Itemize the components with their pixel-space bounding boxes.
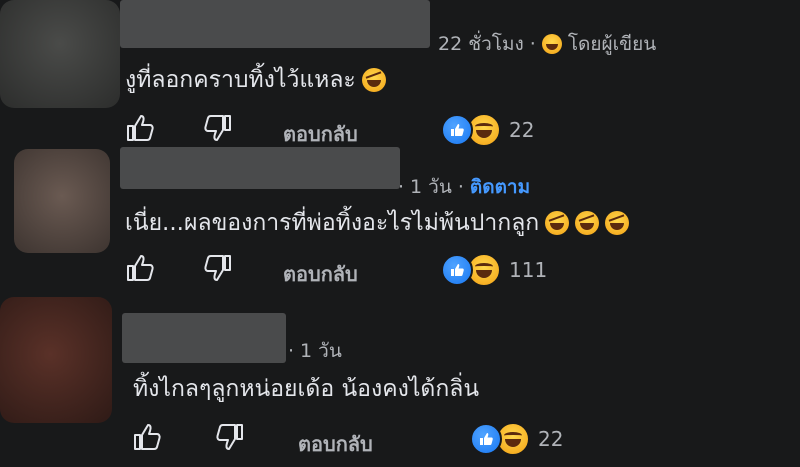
author-name-blurred[interactable]: [120, 147, 400, 189]
avatar[interactable]: [0, 297, 112, 423]
comment-time[interactable]: 1 วัน: [300, 336, 342, 366]
rolling-laugh-emoji: [361, 68, 386, 92]
thumbs-up-icon[interactable]: [131, 421, 163, 453]
author-badge: โดยผู้เขียน: [567, 33, 657, 55]
reactions-summary[interactable]: 22: [470, 422, 563, 456]
separator: ·: [457, 176, 464, 198]
comment-text: งูที่ลอกคราบทิ้งไว้แหละ: [125, 67, 356, 93]
reactions-summary[interactable]: 22: [441, 113, 534, 147]
grinning-emoji-icon: [541, 34, 562, 54]
separator: ·: [398, 176, 405, 198]
separator: ·: [529, 33, 536, 55]
comment-text-row: ทิ้งไกลๆลูกหน่อยเด้อ น้องคงได้กลิ่น: [133, 371, 479, 407]
comment-meta: · 1 วัน · ติดตาม: [398, 172, 530, 202]
comment-text: เนี่ย...ผลของการที่พ่อทิ้งอะไรไม่พ้นปากล…: [125, 210, 540, 236]
comment-time[interactable]: 1 วัน: [410, 172, 452, 202]
reply-button[interactable]: ตอบกลับ: [298, 428, 373, 460]
comment-meta: · 1 วัน: [288, 336, 342, 366]
rolling-laugh-emoji: [545, 211, 570, 235]
reply-button[interactable]: ตอบกลับ: [283, 258, 358, 290]
reaction-count: 22: [538, 427, 564, 451]
rolling-laugh-emoji: [575, 211, 600, 235]
thumbs-down-icon[interactable]: [214, 421, 246, 453]
avatar[interactable]: [0, 0, 120, 108]
avatar[interactable]: [14, 149, 110, 253]
comment-time[interactable]: 22 ชั่วโมง: [438, 29, 524, 59]
comment-meta: 22 ชั่วโมง · โดยผู้เขียน: [438, 29, 656, 59]
separator: ·: [288, 340, 295, 362]
comment-text-row: เนี่ย...ผลของการที่พ่อทิ้งอะไรไม่พ้นปากล…: [125, 205, 630, 241]
reply-button[interactable]: ตอบกลับ: [283, 118, 358, 150]
follow-button[interactable]: ติดตาม: [470, 172, 530, 202]
like-reaction-icon: [441, 114, 473, 146]
reactions-summary[interactable]: 111: [441, 253, 547, 287]
author-name-blurred[interactable]: [122, 313, 286, 363]
comment-text-row: งูที่ลอกคราบทิ้งไว้แหละ: [125, 62, 386, 98]
rolling-laugh-emoji: [605, 211, 630, 235]
like-reaction-icon: [441, 254, 473, 286]
like-reaction-icon: [470, 423, 502, 455]
thumbs-up-icon[interactable]: [124, 112, 156, 144]
thumbs-down-icon[interactable]: [202, 112, 234, 144]
thumbs-down-icon[interactable]: [202, 252, 234, 284]
comment-text: ทิ้งไกลๆลูกหน่อยเด้อ น้องคงได้กลิ่น: [133, 376, 480, 402]
reaction-count: 111: [509, 258, 548, 282]
thumbs-up-icon[interactable]: [124, 252, 156, 284]
reaction-count: 22: [509, 118, 535, 142]
author-name-blurred[interactable]: [120, 0, 430, 48]
